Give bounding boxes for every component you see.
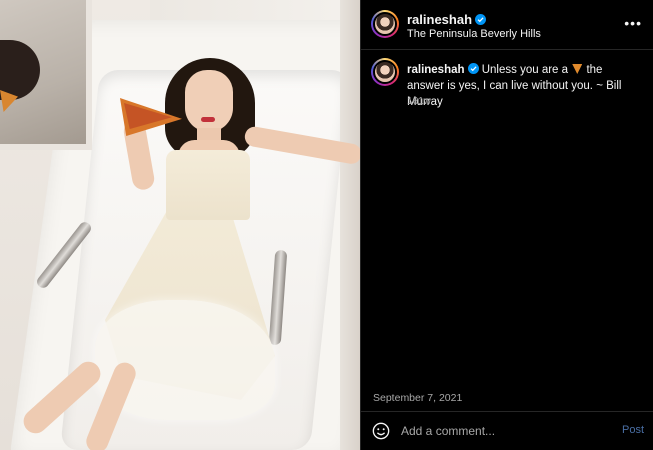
mirror — [0, 0, 92, 150]
header-username[interactable]: ralineshah — [407, 12, 472, 27]
caption-body-start: Unless you are a — [481, 64, 569, 76]
caption-text: ralineshah Unless you are a the answer i… — [407, 62, 637, 110]
location-link[interactable]: The Peninsula Beverly Hills — [407, 28, 541, 40]
post-image[interactable] — [0, 0, 360, 450]
caption-username[interactable]: ralineshah — [407, 64, 465, 76]
header-username-row: ralineshah — [407, 11, 487, 29]
post-sidebar: ralineshah The Peninsula Beverly Hills •… — [360, 0, 653, 450]
post-header: ralineshah The Peninsula Beverly Hills •… — [361, 0, 653, 50]
post-date: September 7, 2021 — [373, 392, 463, 404]
dress-bodice — [166, 150, 250, 220]
verified-badge-icon — [467, 63, 479, 74]
bathtub-ledge — [340, 0, 360, 450]
more-options-icon[interactable]: ••• — [624, 15, 642, 31]
face — [185, 70, 233, 132]
post-age[interactable]: 161w — [407, 96, 431, 107]
mirror-reflection — [0, 40, 40, 100]
emoji-icon[interactable] — [372, 422, 390, 440]
caption-avatar[interactable] — [371, 58, 399, 86]
pizza-emoji-icon — [572, 64, 583, 74]
verified-badge-icon — [475, 14, 487, 25]
lips — [201, 117, 215, 122]
comment-input[interactable] — [401, 421, 601, 441]
post-button[interactable]: Post — [622, 424, 644, 436]
comment-bar: Post — [361, 412, 653, 450]
avatar[interactable] — [371, 10, 399, 38]
